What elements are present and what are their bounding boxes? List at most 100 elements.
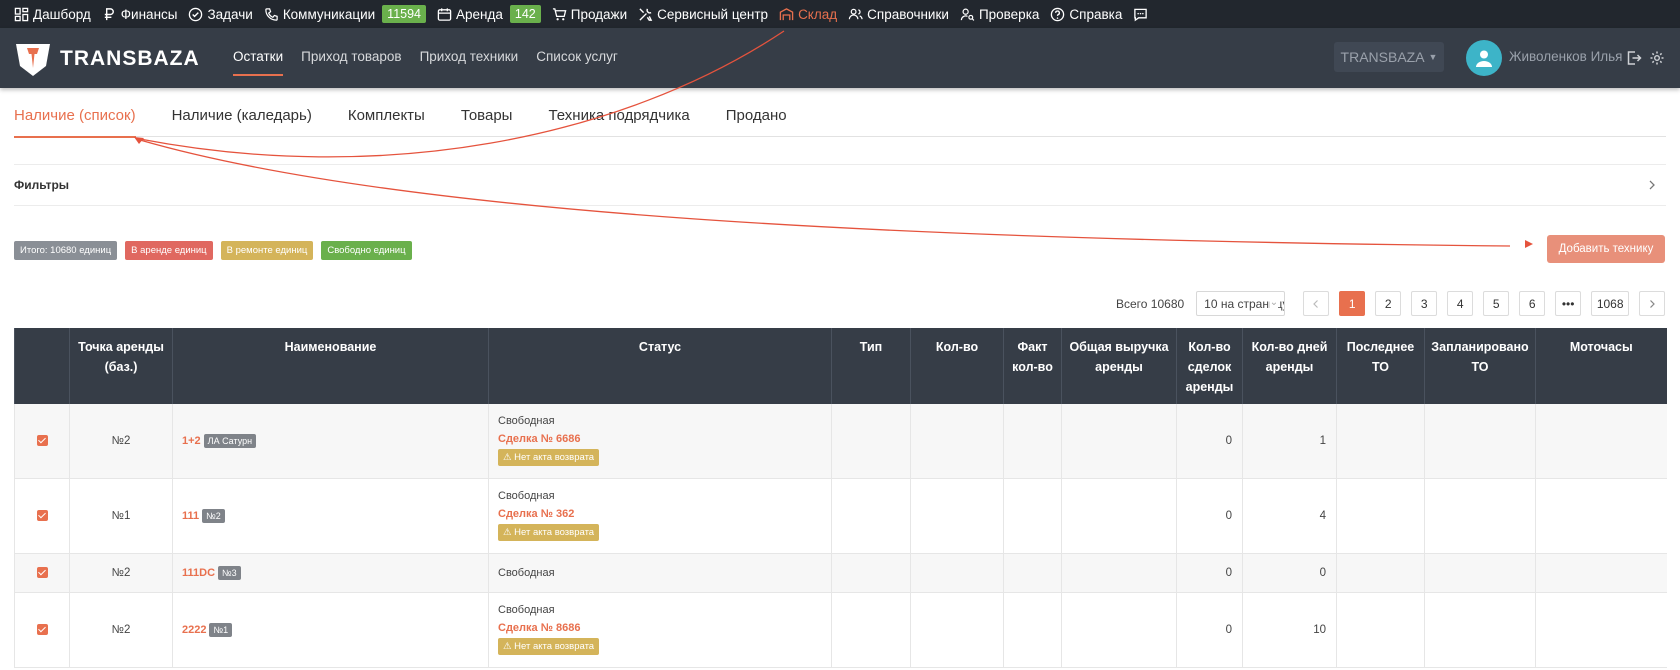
logout-icon[interactable] bbox=[1626, 50, 1642, 66]
users-icon bbox=[848, 8, 863, 19]
topnav-communications[interactable]: Коммуникации 11594 bbox=[264, 5, 427, 23]
sub-tabs: Наличие (список) Наличие (каледарь) Комп… bbox=[14, 107, 1666, 138]
row-checkbox[interactable] bbox=[36, 623, 48, 635]
app-header: TRANSBAZA Остатки Приход товаров Приход … bbox=[0, 28, 1680, 88]
topnav-rent[interactable]: Аренда 142 bbox=[437, 5, 541, 23]
help-circle-icon bbox=[1051, 7, 1065, 21]
topnav-directories[interactable]: Справочники bbox=[848, 7, 949, 22]
tab-kits[interactable]: Комплекты bbox=[348, 107, 425, 137]
annotation-arrowhead bbox=[134, 137, 144, 144]
nav-services-list[interactable]: Список услуг bbox=[536, 28, 618, 88]
rental-point: №2 bbox=[69, 592, 173, 668]
per-page-select[interactable]: 10 на страницу ⌄ bbox=[1196, 291, 1286, 316]
page-button-5[interactable]: 5 bbox=[1483, 291, 1510, 316]
avatar[interactable] bbox=[1466, 40, 1502, 76]
col-status[interactable]: Статус bbox=[488, 328, 832, 404]
chevron-right-icon bbox=[1650, 299, 1656, 308]
chip-free: Свободно единиц bbox=[321, 241, 412, 260]
page-button-2[interactable]: 2 bbox=[1375, 291, 1402, 316]
topnav-chat[interactable] bbox=[1133, 7, 1148, 22]
table-row[interactable]: №2 111DC №3 Свободная 0 0 bbox=[14, 553, 1667, 593]
summary-chips: Итого: 10680 единиц В аренде единиц В ре… bbox=[14, 241, 412, 260]
topnav-tasks[interactable]: Задачи bbox=[188, 7, 253, 22]
topnav-check[interactable]: Проверка bbox=[960, 7, 1039, 22]
table-row[interactable]: №2 2222 №1 Свободная Сделка № 8686 ⚠ Нет ак… bbox=[14, 592, 1667, 668]
topnav-finance[interactable]: Финансы bbox=[102, 7, 177, 22]
deal-link[interactable]: Сделка № 6686 bbox=[498, 433, 831, 445]
prev-page-button[interactable] bbox=[1303, 291, 1330, 316]
status-text: Свободная bbox=[498, 566, 555, 579]
main-nav: Остатки Приход товаров Приход техники Сп… bbox=[233, 28, 618, 88]
item-name-link[interactable]: 1+2 bbox=[182, 435, 201, 447]
nav-goods-income[interactable]: Приход товаров bbox=[301, 28, 401, 88]
warning-badge: ⚠ Нет акта возврата bbox=[498, 638, 600, 655]
annotation-arrowhead-right bbox=[1525, 240, 1533, 248]
col-rental-point[interactable]: Точка аренды (баз.) bbox=[69, 328, 173, 404]
table-row[interactable]: №2 1+2 ЛА Сатурн Свободная Сделка № 6686 ⚠ … bbox=[14, 404, 1667, 479]
deals-count: 0 bbox=[1176, 553, 1243, 593]
gear-icon[interactable] bbox=[1649, 50, 1665, 66]
logo[interactable]: TRANSBAZA bbox=[14, 41, 200, 77]
top-navigation: Дашборд Финансы Задачи Коммуникации 1159… bbox=[0, 0, 1680, 28]
tab-availability-list[interactable]: Наличие (список) bbox=[14, 107, 136, 138]
col-planned-maintenance[interactable]: Запланировано ТО bbox=[1424, 328, 1536, 404]
col-engine-hours[interactable]: Моточасы bbox=[1535, 328, 1667, 404]
col-name[interactable]: Наименование bbox=[172, 328, 489, 404]
topnav-help[interactable]: Справка bbox=[1050, 7, 1122, 22]
cart-icon bbox=[552, 7, 567, 20]
table-row[interactable]: №1 111 №2 Свободная Сделка № 362 ⚠ Нет акта… bbox=[14, 478, 1667, 554]
page-jump-ellipsis[interactable]: ••• bbox=[1555, 291, 1582, 316]
check-circle-icon bbox=[189, 7, 203, 21]
row-checkbox[interactable] bbox=[36, 435, 48, 447]
topnav-sales[interactable]: Продажи bbox=[552, 7, 627, 22]
row-checkbox[interactable] bbox=[36, 566, 48, 578]
page-button-1[interactable]: 1 bbox=[1339, 291, 1366, 316]
row-checkbox[interactable] bbox=[36, 509, 48, 521]
tab-availability-calendar[interactable]: Наличие (каледарь) bbox=[172, 107, 312, 137]
item-tag: №1 bbox=[209, 622, 233, 637]
user-icon bbox=[1476, 50, 1492, 67]
col-deals-count[interactable]: Кол-во сделок аренды bbox=[1176, 328, 1243, 404]
nav-machinery-income[interactable]: Приход техники bbox=[420, 28, 519, 88]
add-machinery-button[interactable]: Добавить технику bbox=[1547, 235, 1665, 263]
user-name[interactable]: Живоленков Илья bbox=[1509, 49, 1623, 64]
rental-point: №2 bbox=[69, 553, 173, 593]
filters-label: Фильтры bbox=[14, 178, 70, 192]
item-name-link[interactable]: 111DC bbox=[182, 567, 215, 579]
company-name: TRANSBAZA bbox=[1340, 49, 1425, 65]
filters-panel[interactable]: Фильтры bbox=[14, 164, 1666, 206]
deal-link[interactable]: Сделка № 362 bbox=[498, 508, 831, 520]
company-select[interactable]: TRANSBAZA ▼ bbox=[1334, 42, 1444, 72]
col-rent-days[interactable]: Кол-во дней аренды bbox=[1242, 328, 1337, 404]
col-type[interactable]: Тип bbox=[831, 328, 911, 404]
col-quantity[interactable]: Кол-во bbox=[910, 328, 1004, 404]
nav-remains[interactable]: Остатки bbox=[233, 28, 284, 88]
page-button-last[interactable]: 1068 bbox=[1591, 291, 1630, 316]
page-button-3[interactable]: 3 bbox=[1411, 291, 1438, 316]
page-button-4[interactable]: 4 bbox=[1447, 291, 1474, 316]
topnav-dashboard[interactable]: Дашборд bbox=[14, 7, 91, 22]
deal-link[interactable]: Сделка № 8686 bbox=[498, 622, 831, 634]
topnav-warehouse[interactable]: Склад bbox=[779, 7, 837, 22]
status-text: Свободная bbox=[498, 490, 555, 502]
item-name-link[interactable]: 111 bbox=[182, 510, 199, 522]
item-name-link[interactable]: 2222 bbox=[182, 624, 206, 636]
topnav-service-center[interactable]: Сервисный центр bbox=[638, 7, 768, 22]
tab-goods[interactable]: Товары bbox=[461, 107, 513, 137]
calendar-icon bbox=[437, 7, 452, 21]
page-button-6[interactable]: 6 bbox=[1519, 291, 1546, 316]
next-page-button[interactable] bbox=[1639, 291, 1666, 316]
col-actual-quantity[interactable]: Факт кол-во bbox=[1003, 328, 1062, 404]
phone-icon bbox=[265, 7, 278, 21]
chevron-down-icon: ⌄ bbox=[1269, 297, 1279, 308]
tab-sold[interactable]: Продано bbox=[726, 107, 787, 137]
col-total-revenue[interactable]: Общая выручка аренды bbox=[1061, 328, 1177, 404]
ruble-icon bbox=[104, 7, 114, 20]
tab-contractor-machinery[interactable]: Техника подрядчика bbox=[548, 107, 689, 137]
chip-in-repair: В ремонте единиц bbox=[220, 241, 314, 260]
item-tag: ЛА Сатурн bbox=[203, 433, 257, 448]
total-count: Всего 10680 bbox=[1116, 296, 1185, 311]
chevron-left-icon bbox=[1313, 299, 1319, 308]
col-last-maintenance[interactable]: Последнее ТО bbox=[1336, 328, 1425, 404]
rent-days: 4 bbox=[1242, 478, 1337, 554]
